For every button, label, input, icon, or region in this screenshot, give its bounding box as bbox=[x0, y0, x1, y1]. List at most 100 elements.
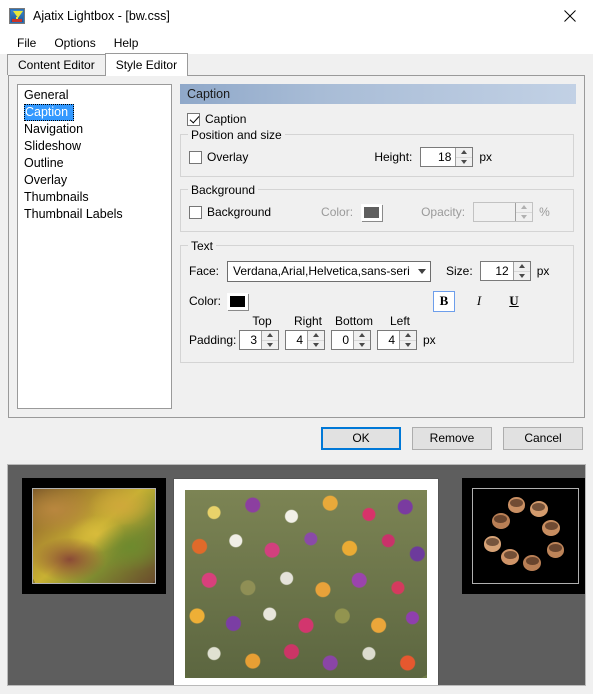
caption-settings-panel: Caption Caption Position and size Overla… bbox=[180, 84, 576, 409]
arrow-up-icon bbox=[521, 205, 528, 210]
bold-button[interactable]: B bbox=[433, 290, 455, 312]
font-size-decrement-button[interactable] bbox=[514, 272, 530, 281]
remove-button[interactable]: Remove bbox=[412, 426, 492, 450]
padding-bottom-decrement-button[interactable] bbox=[354, 341, 370, 350]
background-checkbox[interactable] bbox=[189, 205, 202, 219]
face bbox=[542, 520, 561, 536]
list-item-general[interactable]: General bbox=[18, 87, 171, 104]
padding-left-value[interactable]: 4 bbox=[378, 331, 399, 349]
opacity-stepper-buttons[interactable] bbox=[515, 203, 533, 222]
text-color-chip bbox=[230, 295, 245, 307]
text-group: Text Face: Verdana,Arial,Helvetica,sans-… bbox=[180, 239, 574, 363]
text-color-swatch[interactable] bbox=[227, 292, 248, 310]
list-item-caption[interactable]: Caption bbox=[24, 104, 75, 121]
app-icon bbox=[9, 8, 25, 24]
tab-style-editor[interactable]: Style Editor bbox=[104, 53, 189, 76]
tab-content-editor[interactable]: Content Editor bbox=[7, 54, 106, 75]
opacity-decrement-button[interactable] bbox=[516, 213, 532, 222]
padding-top-stepper[interactable]: 3 bbox=[239, 330, 279, 350]
caption-checkbox[interactable] bbox=[187, 112, 200, 126]
padding-bottom-stepper[interactable]: 0 bbox=[331, 330, 371, 350]
panel-header: Caption bbox=[180, 84, 576, 104]
autumn-leaves-image bbox=[33, 489, 155, 583]
caption-enable-row[interactable]: Caption bbox=[187, 112, 576, 126]
arrow-up-icon bbox=[267, 333, 273, 338]
tab-strip: Content Editor Style Editor bbox=[0, 53, 593, 76]
opacity-value[interactable] bbox=[474, 203, 515, 221]
face bbox=[491, 513, 510, 530]
close-icon bbox=[564, 10, 576, 22]
padding-left-decrement-button[interactable] bbox=[400, 341, 416, 350]
italic-button[interactable]: I bbox=[468, 291, 490, 312]
padding-right-stepper[interactable]: 4 bbox=[285, 330, 325, 350]
size-unit: px bbox=[536, 264, 550, 278]
height-increment-button[interactable] bbox=[456, 148, 473, 158]
padding-bottom-increment-button[interactable] bbox=[354, 331, 370, 341]
style-editor-page: General Caption Navigation Slideshow Out… bbox=[8, 75, 585, 418]
cancel-button[interactable]: Cancel bbox=[503, 426, 583, 450]
height-label: Height: bbox=[374, 150, 413, 164]
lightbox-popup[interactable]: Summer flower bbox=[174, 479, 438, 685]
height-value[interactable]: 18 bbox=[421, 148, 455, 166]
arrow-up-icon bbox=[518, 264, 525, 269]
dialog-button-row: OK Remove Cancel bbox=[0, 418, 593, 458]
background-legend: Background bbox=[188, 183, 259, 197]
overlay-checkbox[interactable] bbox=[189, 150, 202, 164]
opacity-stepper[interactable] bbox=[473, 202, 534, 222]
arrow-up-icon bbox=[359, 333, 365, 338]
padding-right-increment-button[interactable] bbox=[308, 331, 324, 341]
arrow-down-icon bbox=[313, 342, 319, 347]
padding-top-increment-button[interactable] bbox=[262, 331, 278, 341]
padding-top-label: Top bbox=[252, 314, 272, 328]
font-size-stepper[interactable]: 12 bbox=[479, 261, 531, 281]
arrow-up-icon bbox=[313, 333, 319, 338]
height-decrement-button[interactable] bbox=[456, 158, 472, 167]
list-item-slideshow[interactable]: Slideshow bbox=[18, 138, 171, 155]
padding-bottom-label: Bottom bbox=[334, 314, 373, 328]
padding-top-decrement-button[interactable] bbox=[262, 341, 278, 350]
padding-left-increment-button[interactable] bbox=[400, 331, 416, 341]
padding-left-stepper[interactable]: 4 bbox=[377, 330, 417, 350]
background-color-chip bbox=[364, 206, 380, 218]
title-bar: Ajatix Lightbox - [bw.css] bbox=[0, 0, 593, 32]
background-group: Background Background Color: Opacity: % bbox=[180, 183, 574, 232]
arrow-up-icon bbox=[405, 333, 411, 338]
lightbox-main-image[interactable] bbox=[185, 490, 427, 678]
face bbox=[483, 536, 502, 552]
list-item-outline[interactable]: Outline bbox=[18, 155, 171, 172]
background-color-label: Color: bbox=[321, 205, 354, 219]
menu-item-file[interactable]: File bbox=[8, 34, 45, 52]
menu-item-help[interactable]: Help bbox=[105, 34, 148, 52]
font-size-increment-button[interactable] bbox=[513, 262, 530, 272]
list-item-thumbnail-labels[interactable]: Thumbnail Labels bbox=[18, 206, 171, 223]
lightbox-caption: Summer flower bbox=[185, 678, 427, 685]
preview-pane: Summer flower bbox=[0, 458, 593, 694]
arrow-up-icon bbox=[461, 150, 468, 155]
font-face-select[interactable]: Verdana,Arial,Helvetica,sans-serif bbox=[227, 260, 431, 282]
underline-button[interactable]: U bbox=[503, 291, 525, 312]
font-size-value[interactable]: 12 bbox=[481, 262, 513, 280]
padding-right-value[interactable]: 4 bbox=[286, 331, 307, 349]
height-stepper[interactable]: 18 bbox=[420, 147, 474, 167]
list-item-navigation[interactable]: Navigation bbox=[18, 121, 171, 138]
padding-top-value[interactable]: 3 bbox=[240, 331, 261, 349]
close-button[interactable] bbox=[547, 0, 593, 32]
thumbnail-autumn-leaves[interactable] bbox=[22, 478, 166, 594]
thumbnail-people-circle[interactable] bbox=[462, 478, 585, 594]
height-stepper-buttons[interactable] bbox=[455, 148, 473, 167]
ok-button[interactable]: OK bbox=[321, 426, 401, 450]
arrow-down-icon bbox=[267, 342, 273, 347]
opacity-unit: % bbox=[539, 205, 550, 219]
padding-bottom-value[interactable]: 0 bbox=[332, 331, 353, 349]
tulips-image bbox=[185, 490, 427, 678]
list-item-thumbnails[interactable]: Thumbnails bbox=[18, 189, 171, 206]
list-item-overlay[interactable]: Overlay bbox=[18, 172, 171, 189]
background-color-swatch[interactable] bbox=[361, 203, 383, 221]
menu-item-options[interactable]: Options bbox=[45, 34, 104, 52]
position-and-size-group: Position and size Overlay Height: 18 px bbox=[180, 128, 574, 177]
opacity-increment-button[interactable] bbox=[516, 203, 533, 213]
padding-right-decrement-button[interactable] bbox=[308, 341, 324, 350]
opacity-label: Opacity: bbox=[421, 205, 466, 219]
font-size-stepper-buttons[interactable] bbox=[512, 262, 530, 281]
style-category-list[interactable]: General Caption Navigation Slideshow Out… bbox=[17, 84, 172, 409]
